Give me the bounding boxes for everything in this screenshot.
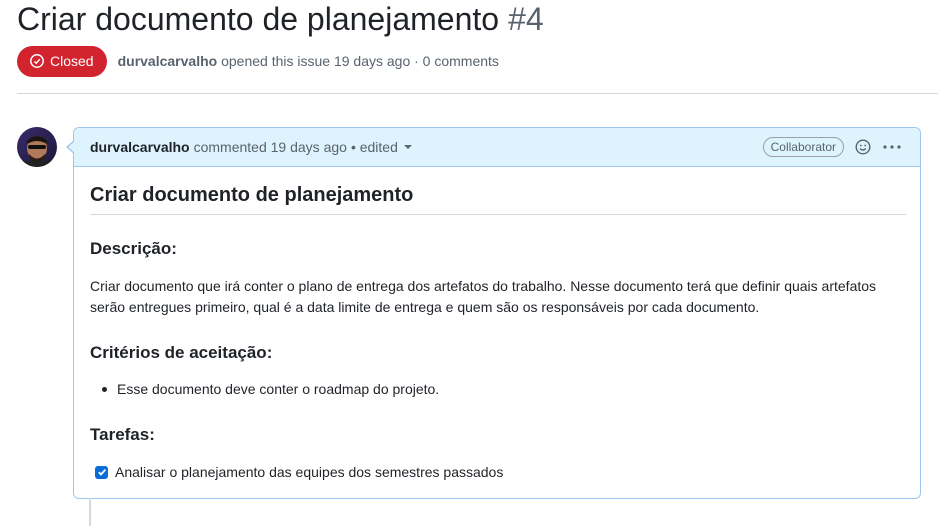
comment-arrow-fill xyxy=(68,141,75,153)
caret-down-icon xyxy=(403,145,412,149)
add-reaction-button[interactable] xyxy=(854,138,872,156)
state-badge: Closed xyxy=(17,45,107,77)
task-checkbox[interactable] xyxy=(95,465,108,479)
timeline-line xyxy=(89,498,91,526)
issue-number: #4 xyxy=(508,1,544,37)
tasks-heading: Tarefas: xyxy=(90,425,155,444)
state-label: Closed xyxy=(50,53,94,69)
header-divider xyxy=(17,93,938,94)
issue-title-row: Criar documento de planejamento #4 xyxy=(17,0,544,40)
issue-meta-details: opened this issue 19 days ago · 0 commen… xyxy=(221,53,499,69)
edited-dropdown[interactable]: • edited xyxy=(351,139,412,155)
issue-meta: Closed durvalcarvalho opened this issue … xyxy=(17,45,499,77)
comment-timestamp[interactable]: commented 19 days ago xyxy=(194,139,347,155)
body-heading: Criar documento de planejamento xyxy=(90,184,414,206)
edited-label: • edited xyxy=(350,139,398,155)
criteria-item-label: Esse documento deve conter o roadmap do … xyxy=(117,381,440,397)
smiley-icon xyxy=(855,139,871,155)
issue-meta-text: durvalcarvalho opened this issue 19 days… xyxy=(118,53,499,69)
task-label: Analisar o planejamento das equipes dos … xyxy=(115,464,504,480)
avatar[interactable] xyxy=(17,127,57,167)
issue-title: Criar documento de planejamento xyxy=(17,1,500,37)
criteria-heading: Critérios de aceitação: xyxy=(90,343,273,362)
comment-options-button[interactable] xyxy=(882,138,902,156)
kebab-horizontal-icon xyxy=(883,145,901,149)
issue-author-link[interactable]: durvalcarvalho xyxy=(118,53,218,69)
description-heading: Descrição: xyxy=(90,239,177,258)
comment-author-link[interactable]: durvalcarvalho xyxy=(90,139,190,155)
description-text: Criar documento que irá conter o plano d… xyxy=(90,278,877,315)
comment-box: durvalcarvalho commented 19 days ago • e… xyxy=(73,127,921,499)
heading-rule xyxy=(90,214,906,215)
list-item: Esse documento deve conter o roadmap do … xyxy=(102,381,439,397)
bullet-icon xyxy=(102,386,107,392)
task-item: Analisar o planejamento das equipes dos … xyxy=(95,464,503,480)
check-icon xyxy=(97,468,106,476)
collaborator-badge: Collaborator xyxy=(762,137,844,157)
issue-closed-icon xyxy=(30,54,44,68)
